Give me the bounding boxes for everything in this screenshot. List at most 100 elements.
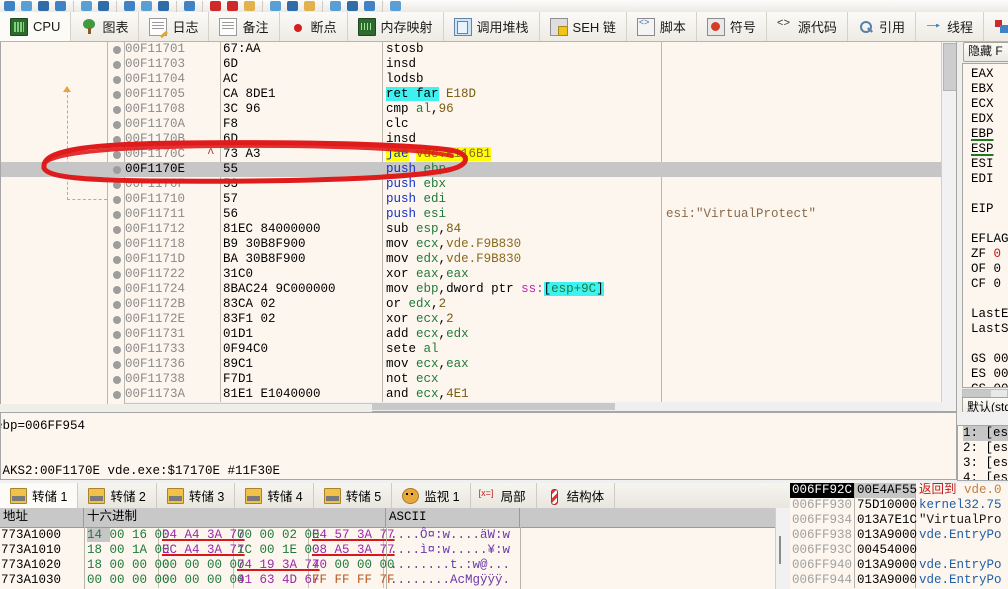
calling-convention-select[interactable]: 默认(stdcall)	[962, 397, 1008, 412]
main-tab-bar[interactable]: CPU 图表 日志 备注 断点 内存映射 调用堆栈 SEH 链 脚本 符号 源代码 引用 线程	[0, 12, 1008, 42]
bottom-tab-转储4[interactable]: 转储 4	[235, 483, 314, 508]
disasm-row[interactable]: 00F1170E 55 push ebp	[1, 162, 956, 177]
dump-tab-bar[interactable]: 转储 1 转储 2 转储 3 转储 4 转储 5 监视 1 局部 结构体	[0, 483, 790, 509]
breakpoint-toggle-icon[interactable]	[113, 61, 121, 69]
disasm-row[interactable]: 00F11701 67:AA stosb	[1, 42, 956, 57]
bottom-tab-转储2[interactable]: 转储 2	[78, 483, 157, 508]
dump-hex-cells[interactable]: 18 00 1A 00 EC A4 3A 77 1C 00 1E 00 08 A5 3…	[84, 543, 395, 558]
breakpoint-toggle-icon[interactable]	[113, 331, 121, 339]
register-row[interactable]: EBP	[971, 127, 1008, 142]
disassembly-rows[interactable]: 00F11701 67:AA stosb 00F11703 6D insd 00F11704…	[1, 42, 956, 402]
register-row[interactable]: ZF 0	[971, 247, 1008, 262]
register-row[interactable]: EBX	[971, 82, 1008, 97]
dump-header-ascii[interactable]: ASCII	[386, 508, 520, 527]
register-row[interactable]: OF 0	[971, 262, 1008, 277]
step-out-icon[interactable]	[139, 0, 154, 12]
disasm-row[interactable]: 00F1173A 81E1 E1040000 and ecx,4E1	[1, 387, 956, 402]
dump-byte-group[interactable]: D4 A4 3A 77	[159, 528, 245, 543]
tab-调用堆栈[interactable]: 调用堆栈	[444, 12, 540, 41]
tab-源代码[interactable]: 源代码	[767, 12, 848, 41]
disasm-row[interactable]: 00F1170B 6D insd	[1, 132, 956, 147]
dump-hex-cells[interactable]: 18 00 00 00 00 00 00 00 74 19 3A 77 40 00 0…	[84, 558, 395, 573]
dump-hex-cells[interactable]: 14 00 16 00 D4 A4 3A 77 00 00 02 00 E4 57 3…	[84, 528, 395, 543]
dump-byte-group[interactable]: 40 00 00 00	[309, 558, 395, 573]
register-row[interactable]	[971, 187, 1008, 202]
disasm-row[interactable]: 00F1170A F8 clc	[1, 117, 956, 132]
breakpoint-icon[interactable]	[208, 0, 223, 12]
pause-icon[interactable]	[79, 0, 94, 12]
register-row[interactable]: EFLAGS	[971, 232, 1008, 247]
disasm-row[interactable]: 00F1172B 83CA 02 or edx,2	[1, 297, 956, 312]
register-row[interactable]: ES 002	[971, 367, 1008, 382]
bottom-tab-监视1[interactable]: 监视 1	[392, 483, 471, 508]
dump-row[interactable]: 773A1030 00 00 00 00 00 00 00 00 41 63 4D 6…	[0, 573, 790, 588]
dump-byte-group[interactable]: E4 57 3A 77	[309, 528, 395, 543]
dump-byte-group[interactable]: 41 63 4D 67	[234, 573, 320, 588]
dump-vscrollbar[interactable]	[775, 508, 790, 589]
disasm-row[interactable]: 00F11710 57 push edi	[1, 192, 956, 207]
disasm-row[interactable]: ^ 00F1170C 73 A3 jae vde.F116B1	[1, 147, 956, 162]
tab-断点[interactable]: 断点	[280, 12, 348, 41]
register-row[interactable]: ESI	[971, 157, 1008, 172]
dump-byte-group[interactable]: 00 00 00 00	[84, 573, 170, 588]
disasm-row[interactable]: 00F11703 6D insd	[1, 57, 956, 72]
breakpoint-toggle-icon[interactable]	[113, 316, 121, 324]
breakpoint-toggle-icon[interactable]	[113, 46, 121, 54]
tab-脚本[interactable]: 脚本	[627, 12, 697, 41]
breakpoint-toggle-icon[interactable]	[113, 181, 121, 189]
disasm-row[interactable]: 00F11722 31C0 xor eax,eax	[1, 267, 956, 282]
register-row[interactable]: CF 0	[971, 277, 1008, 292]
disasm-row[interactable]: 00F11718 B9 30B8F900 mov ecx,vde.F9B830	[1, 237, 956, 252]
breakpoint-toggle-icon[interactable]	[113, 346, 121, 354]
register-row[interactable]: CS 002	[971, 382, 1008, 387]
breakpoint-toggle-icon[interactable]	[113, 211, 121, 219]
memory-dump-panel[interactable]: 地址 十六进制 ASCII 773A1000 14 00 16 00 D4 A4 3…	[0, 508, 790, 589]
breakpoint-toggle-icon[interactable]	[113, 91, 121, 99]
register-row[interactable]: EDI	[971, 172, 1008, 187]
grid-icon[interactable]	[362, 0, 377, 12]
arguments-list[interactable]: 1: [es 2: [es 3: [es 4: [es	[957, 425, 1008, 481]
dump-header-hex[interactable]: 十六进制	[84, 508, 386, 527]
hide-fpu-button[interactable]: 隐藏 F	[963, 42, 1008, 62]
breakpoint-toggle-icon[interactable]	[113, 376, 121, 384]
breakpoint-toggle-icon[interactable]	[113, 241, 121, 249]
breakpoint-toggle-icon[interactable]	[113, 361, 121, 369]
stack-row[interactable]: 006FF930 75D10000 kernel32.75	[790, 498, 1008, 513]
disasm-row[interactable]: 00F11738 F7D1 not ecx	[1, 372, 956, 387]
dump-byte-group[interactable]: 18 00 1A 00	[84, 543, 170, 558]
argument-row[interactable]: 3: [es	[963, 456, 1008, 471]
breakpoint-toggle-icon[interactable]	[113, 196, 121, 204]
dump-byte-group[interactable]: 00 00 00 00	[159, 573, 245, 588]
dump-row[interactable]: 773A1000 14 00 16 00 D4 A4 3A 77 00 00 02 0…	[0, 528, 790, 543]
register-row[interactable]: ESP	[971, 142, 1008, 157]
refresh-icon[interactable]	[19, 0, 34, 12]
tab-SEH 链[interactable]: SEH 链	[540, 12, 627, 41]
dump-byte-group[interactable]: 74 19 3A 77	[234, 558, 320, 573]
register-row[interactable]	[971, 292, 1008, 307]
tab-备注[interactable]: 备注	[209, 12, 280, 41]
dump-row[interactable]: 773A1020 18 00 00 00 00 00 00 00 74 19 3A 7…	[0, 558, 790, 573]
bookmark-icon[interactable]	[302, 0, 317, 12]
breakpoint-toggle-icon[interactable]	[113, 391, 121, 399]
register-row[interactable]: EIP	[971, 202, 1008, 217]
pencil-icon[interactable]	[242, 0, 257, 12]
stop-icon[interactable]	[225, 0, 240, 12]
stack-row[interactable]: 006FF944 013A9000 vde.EntryPo	[790, 573, 1008, 588]
dump-hex-cells[interactable]: 00 00 00 00 00 00 00 00 41 63 4D 67 FF FF F…	[84, 573, 395, 588]
tab-图表[interactable]: 图表	[71, 12, 140, 41]
dump-byte-group[interactable]: 18 00 00 00	[84, 558, 170, 573]
dump-rows[interactable]: 773A1000 14 00 16 00 D4 A4 3A 77 00 00 02 0…	[0, 528, 790, 588]
breakpoint-toggle-icon[interactable]	[113, 256, 121, 264]
stack-row[interactable]: 006FF934 013A7E1C "VirtualPro	[790, 513, 1008, 528]
argument-row[interactable]: 2: [es	[963, 441, 1008, 456]
disasm-row[interactable]: 00F11731 01D1 add ecx,edx	[1, 327, 956, 342]
register-row[interactable]: ECX	[971, 97, 1008, 112]
breakpoint-toggle-icon[interactable]	[113, 151, 121, 159]
breakpoint-toggle-icon[interactable]	[113, 301, 121, 309]
check-icon[interactable]	[285, 0, 300, 12]
breakpoint-toggle-icon[interactable]	[113, 226, 121, 234]
bottom-tab-局部[interactable]: 局部	[471, 483, 537, 508]
tab-内存映射[interactable]: 内存映射	[348, 12, 444, 41]
disasm-row[interactable]: 00F1170F 53 push ebx	[1, 177, 956, 192]
step-into-icon[interactable]	[96, 0, 111, 12]
